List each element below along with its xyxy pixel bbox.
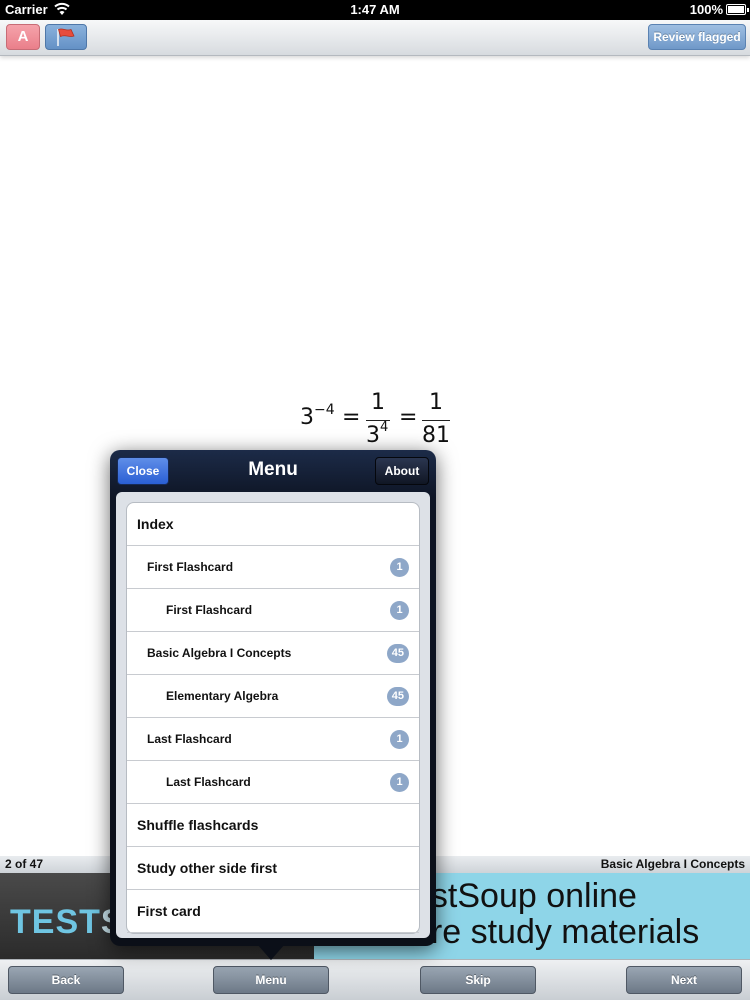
menu-button[interactable]: Menu: [213, 966, 329, 994]
banner-text-line-1: estSoup online: [412, 877, 637, 915]
menu-item-label: First card: [137, 903, 201, 919]
card-count: 2 of 47: [5, 857, 44, 871]
menu-item-label: Elementary Algebra: [166, 689, 279, 703]
formula-numerator-1: 1: [371, 390, 385, 415]
menu-item[interactable]: Basic Algebra I Concepts 45: [127, 632, 419, 675]
count-badge: 1: [390, 773, 409, 792]
review-flagged-button[interactable]: Review flagged: [648, 24, 746, 50]
formula-denominator-1-exp: 4: [380, 420, 389, 435]
menu-item[interactable]: First Flashcard 1: [127, 589, 419, 632]
formula-equals-2: =: [399, 405, 418, 430]
menu-popover: Close Menu About Index First Flashcard 1 Fi…: [110, 450, 436, 946]
menu-content[interactable]: Index First Flashcard 1 First Flashcard 1 Bas…: [116, 492, 430, 938]
menu-item[interactable]: First Flashcard 1: [127, 546, 419, 589]
menu-item[interactable]: Shuffle flashcards: [127, 804, 419, 847]
menu-item[interactable]: Index: [127, 503, 419, 546]
back-button[interactable]: Back: [8, 966, 124, 994]
menu-item-label: Shuffle flashcards: [137, 817, 259, 833]
formula-equals-1: =: [342, 405, 361, 430]
menu-item-label: First Flashcard: [166, 603, 253, 617]
bottom-toolbar: Back Menu Skip Next: [0, 959, 750, 1000]
count-badge: 45: [386, 687, 409, 706]
font-size-button[interactable]: A: [6, 24, 40, 50]
skip-button[interactable]: Skip: [420, 966, 536, 994]
about-button[interactable]: About: [375, 457, 429, 485]
count-badge: 1: [390, 601, 409, 620]
menu-item-label: Basic Algebra I Concepts: [147, 646, 292, 660]
formula-denominator-1-base: 3: [366, 423, 380, 448]
deck-title: Basic Algebra I Concepts: [600, 857, 745, 871]
next-button[interactable]: Next: [626, 966, 742, 994]
menu-item-label: First Flashcard: [147, 560, 234, 574]
menu-item[interactable]: First card: [127, 890, 419, 933]
fraction-bar-2: [422, 420, 450, 421]
battery-percent: 100%: [689, 2, 723, 17]
formula-numerator-2: 1: [429, 390, 443, 415]
menu-item-label: Last Flashcard: [166, 775, 251, 789]
menu-item[interactable]: Elementary Algebra 45: [127, 675, 419, 718]
formula-exponent: −4: [314, 402, 335, 418]
menu-item[interactable]: Last Flashcard 1: [127, 761, 419, 804]
popover-arrow: [257, 944, 285, 960]
menu-list: Index First Flashcard 1 First Flashcard 1 Bas…: [126, 502, 420, 934]
battery-icon: [726, 4, 749, 15]
flag-button[interactable]: [45, 24, 87, 50]
flag-icon: [57, 28, 75, 46]
formula-denominator-2: 81: [422, 423, 450, 448]
formula-base: 3: [300, 405, 314, 430]
status-bar: Carrier 1:47 AM 100%: [0, 0, 750, 20]
menu-item-label: Last Flashcard: [147, 732, 232, 746]
clock: 1:47 AM: [350, 2, 400, 17]
top-toolbar: A Review flagged: [0, 20, 750, 56]
count-badge: 1: [390, 730, 409, 749]
menu-item[interactable]: Last Flashcard 1: [127, 718, 419, 761]
menu-item-label: Study other side first: [137, 860, 278, 876]
menu-item[interactable]: Study other side first: [127, 847, 419, 890]
count-badge: 1: [390, 558, 409, 577]
count-badge: 45: [386, 644, 409, 663]
menu-item-label: Index: [137, 516, 174, 532]
banner-text-line-2: ore study materials: [412, 913, 700, 951]
